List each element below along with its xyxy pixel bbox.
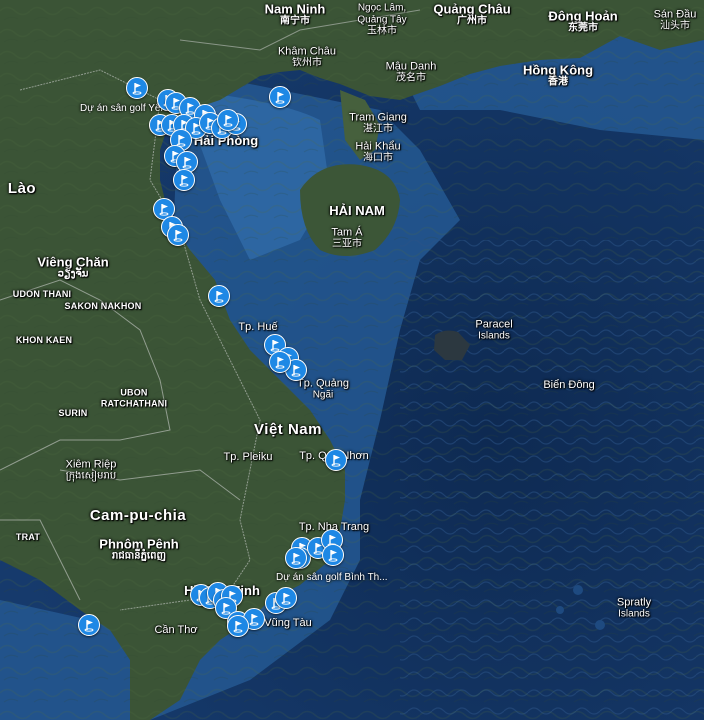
label-khonkaen: KHON KAEN <box>15 335 73 345</box>
golf-flag-icon <box>275 92 285 104</box>
golf-course-marker[interactable] <box>269 86 291 108</box>
label-tramgiang: Tram Giang 湛江市 <box>349 111 407 135</box>
golf-flag-icon <box>328 550 338 562</box>
label-tama: Tam Á 三亚市 <box>331 226 363 250</box>
golf-flag-icon <box>159 204 169 216</box>
label-ngoclam-cn: 玉林市 <box>367 25 397 37</box>
golf-flag-icon <box>233 621 243 633</box>
golf-course-marker[interactable] <box>322 544 344 566</box>
label-biendong: Biển Đông <box>543 379 595 391</box>
golf-flag-icon <box>179 175 189 187</box>
golf-course-marker[interactable] <box>167 224 189 246</box>
label-sakon: SAKON NAKHON <box>64 301 142 311</box>
golf-flag-icon <box>182 157 192 169</box>
marker-label-binhthuan: Dự án sân golf Bình Th... <box>276 572 388 583</box>
golf-flag-icon <box>173 230 183 242</box>
golf-flag-icon <box>275 357 285 369</box>
label-surin: SURIN <box>58 408 88 418</box>
label-trat: TRAT <box>15 532 41 542</box>
golf-course-marker[interactable] <box>227 615 249 637</box>
golf-flag-icon <box>223 115 233 127</box>
label-phnompenh: Phnôm Pênh រាជធានីភ្នំពេញ <box>99 536 179 562</box>
golf-course-marker[interactable] <box>285 547 307 569</box>
label-ngoclam: Ngọc Lâm, Quảng Tây <box>357 2 407 26</box>
golf-course-marker[interactable] <box>208 285 230 307</box>
label-nanning: Nam Ninh 南宁市 <box>264 1 326 27</box>
label-hue: Tp. Huế <box>238 321 278 333</box>
golf-flag-icon <box>291 365 301 377</box>
label-hongkong: Hồng Kông 香港 <box>522 62 594 88</box>
golf-course-marker[interactable] <box>325 449 347 471</box>
golf-course-marker[interactable] <box>269 351 291 373</box>
label-khamchau: Khâm Châu 钦州市 <box>277 45 337 69</box>
label-shantou: Sán Đầu 汕头市 <box>653 8 697 32</box>
label-dongguan: Đông Hoản 东莞市 <box>548 8 618 34</box>
golf-flag-icon <box>214 291 224 303</box>
label-hainam: HẢI NAM <box>329 203 385 218</box>
label-haikhau: Hải Khẩu 海口市 <box>355 140 401 164</box>
label-vietnam: Việt Nam <box>254 421 322 438</box>
golf-course-marker[interactable] <box>275 587 297 609</box>
label-cantho: Cần Thơ <box>154 624 198 636</box>
label-siemreap: Xiêm Riệp ក្រុងសៀមរាប <box>65 458 117 482</box>
label-spratly: Spratly Islands <box>616 596 652 620</box>
golf-flag-icon <box>331 455 341 467</box>
label-guangzhou: Quảng Châu 广州市 <box>433 1 511 27</box>
golf-course-marker[interactable] <box>126 77 148 99</box>
label-vientiane: Viêng Chăn ວຽງຈັນ <box>37 254 109 280</box>
golf-flag-icon <box>281 593 291 605</box>
label-paracel: Paracel Islands <box>475 318 513 342</box>
label-quangngai: Tp. Quảng Ngãi <box>297 377 349 401</box>
golf-flag-icon <box>249 614 259 626</box>
golf-flag-icon <box>132 83 142 95</box>
label-pleiku: Tp. Pleiku <box>223 451 273 463</box>
label-ubon: UBON RATCHATHANI <box>100 387 168 409</box>
label-lao: Lào <box>7 180 37 197</box>
golf-course-marker[interactable] <box>173 169 195 191</box>
label-maudanh: Mậu Danh 茂名市 <box>385 60 437 84</box>
golf-course-marker[interactable] <box>217 109 239 131</box>
golf-flag-icon <box>84 620 94 632</box>
label-vungtau: Vũng Tàu <box>264 617 312 629</box>
golf-course-marker[interactable] <box>78 614 100 636</box>
label-cambodia: Cam-pu-chia <box>89 507 187 524</box>
label-udon: UDON THANI <box>12 289 72 299</box>
map-canvas[interactable]: Nam Ninh 南宁市 Ngọc Lâm, Quảng Tây 玉林市 Quảng… <box>0 0 704 720</box>
golf-flag-icon <box>291 553 301 565</box>
